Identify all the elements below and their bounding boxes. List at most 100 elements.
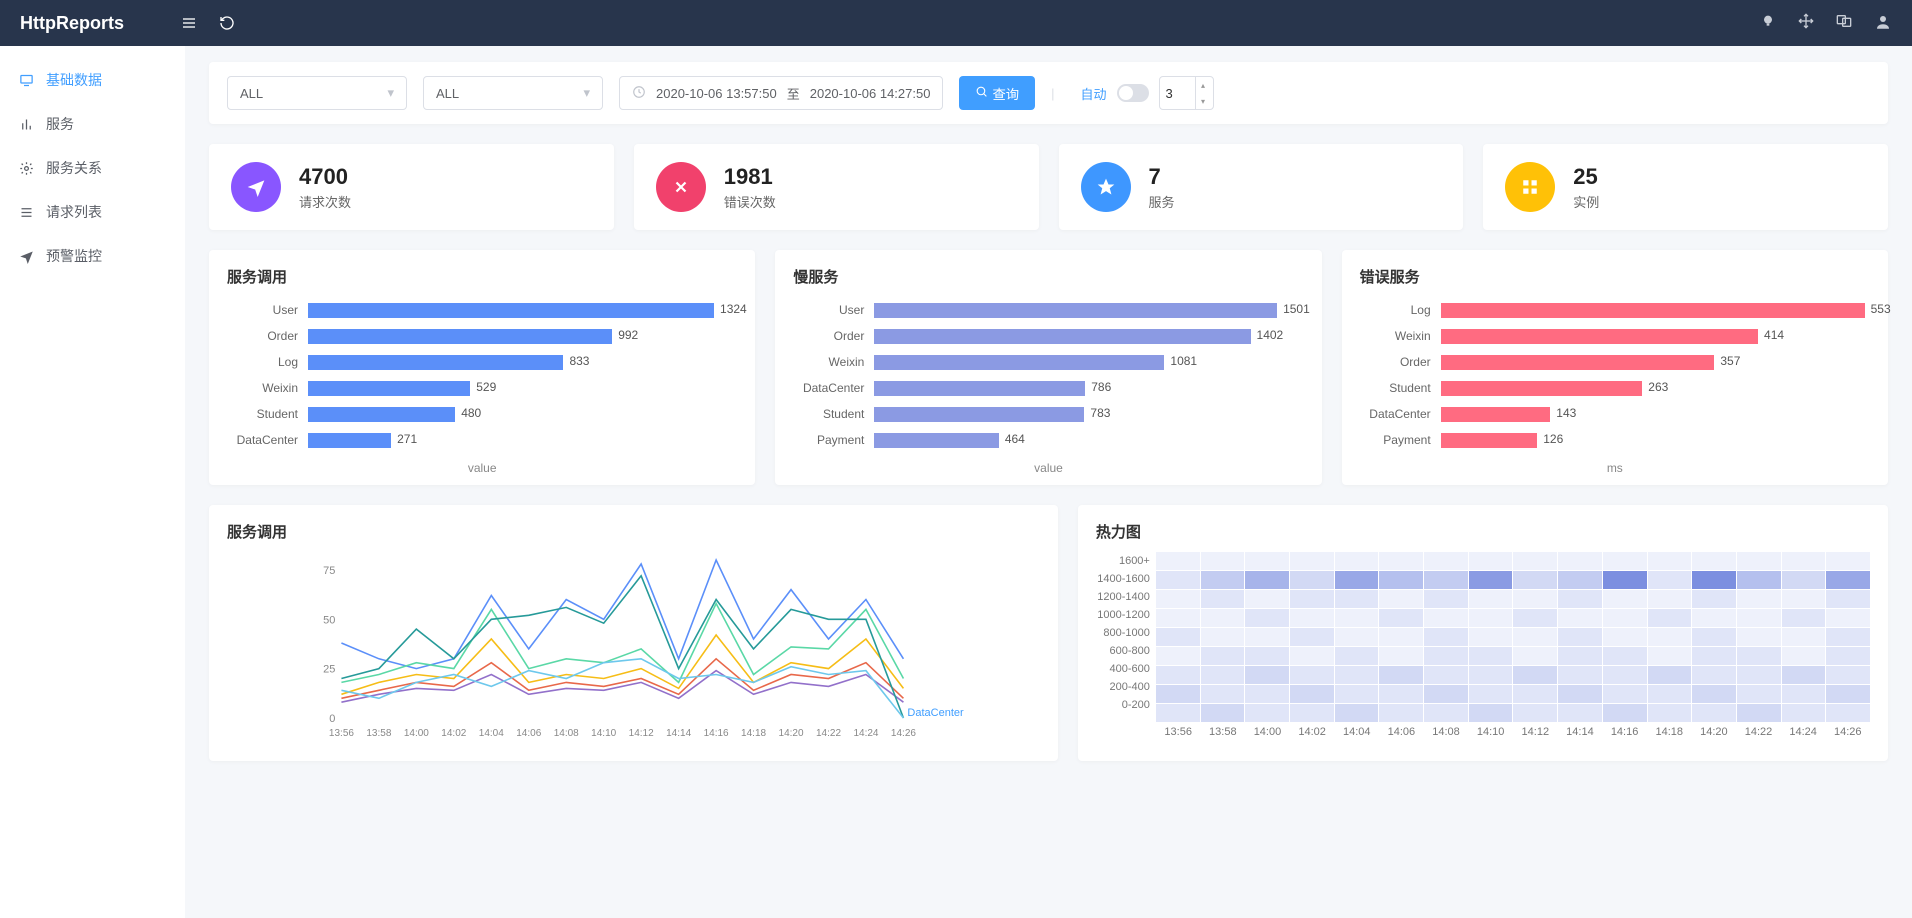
card-value: 7: [1149, 164, 1175, 190]
sidebar-item-0[interactable]: 基础数据: [0, 58, 185, 102]
bar-fill: [308, 407, 455, 422]
heat-cell: [1603, 609, 1647, 627]
heat-cell: [1379, 704, 1423, 722]
sidebar-item-label: 服务关系: [46, 158, 102, 178]
heat-cell: [1603, 647, 1647, 665]
heat-cell: [1782, 685, 1826, 703]
heat-cell: [1290, 590, 1334, 608]
heat-cell: [1558, 590, 1602, 608]
bar-row: Order 992: [227, 323, 737, 349]
heat-cell: [1156, 666, 1200, 684]
card-label: 服务: [1149, 192, 1175, 211]
spinner-up-icon[interactable]: ▴: [1196, 77, 1211, 93]
heat-xlabel: 14:24: [1781, 726, 1826, 738]
spinner-down-icon[interactable]: ▾: [1196, 93, 1211, 109]
heat-cell: [1424, 590, 1468, 608]
bar-row: Weixin 414: [1360, 323, 1870, 349]
heat-cell: [1513, 628, 1557, 646]
card-value: 4700: [299, 164, 351, 190]
heat-cell: [1469, 647, 1513, 665]
heat-cell: [1469, 704, 1513, 722]
heat-ylabel: 800-1000: [1096, 624, 1150, 642]
bar-value: 480: [461, 406, 481, 420]
heat-cell: [1826, 647, 1870, 665]
sidebar-item-2[interactable]: 服务关系: [0, 146, 185, 190]
monitor-icon: [18, 72, 34, 88]
heat-cell: [1558, 666, 1602, 684]
bar-row: Order 357: [1360, 349, 1870, 375]
bar-fill: [874, 407, 1084, 422]
card-label: 错误次数: [724, 192, 776, 211]
bar-cat: DataCenter: [227, 433, 302, 447]
heat-cell: [1201, 704, 1245, 722]
bar-row: Log 833: [227, 349, 737, 375]
bar-row: DataCenter 143: [1360, 401, 1870, 427]
bar-value: 786: [1091, 380, 1111, 394]
heat-cell: [1826, 628, 1870, 646]
card-label: 请求次数: [299, 192, 351, 211]
user-icon[interactable]: [1874, 13, 1892, 34]
line-legend: DataCenter: [907, 707, 964, 719]
svg-text:0: 0: [329, 713, 335, 725]
date-range-picker[interactable]: 2020-10-06 13:57:50 至 2020-10-06 14:27:5…: [619, 76, 943, 110]
chevron-down-icon: ▾: [387, 85, 394, 101]
heat-cell: [1737, 628, 1781, 646]
bar-cat: User: [793, 303, 868, 317]
heat-cell: [1558, 609, 1602, 627]
bar-value: 1081: [1170, 354, 1197, 368]
heat-cell: [1513, 704, 1557, 722]
bar-row: User 1324: [227, 297, 737, 323]
chart-xlabel: ms: [1360, 453, 1870, 479]
svg-text:13:56: 13:56: [329, 728, 354, 739]
heat-cell: [1603, 704, 1647, 722]
menu-toggle-icon[interactable]: [180, 14, 198, 32]
bar-fill: [1441, 329, 1758, 344]
sidebar-item-4[interactable]: 预警监控: [0, 234, 185, 278]
bar-fill: [1441, 381, 1643, 396]
svg-text:14:26: 14:26: [891, 728, 916, 739]
interval-spinner[interactable]: 3 ▴▾: [1159, 76, 1214, 110]
bar-cat: Weixin: [1360, 329, 1435, 343]
heat-cell: [1513, 647, 1557, 665]
heat-cell: [1201, 571, 1245, 589]
heatmap-card: 热力图 1600+1400-16001200-14001000-1200800-…: [1078, 505, 1888, 761]
sidebar-item-3[interactable]: 请求列表: [0, 190, 185, 234]
svg-text:14:02: 14:02: [441, 728, 466, 739]
bar-cat: Student: [793, 407, 868, 421]
chart-xlabel: value: [227, 453, 737, 479]
bulb-icon[interactable]: [1760, 13, 1776, 34]
heat-cell: [1648, 552, 1692, 570]
heat-xlabel: 14:14: [1558, 726, 1603, 738]
heat-cell: [1245, 685, 1289, 703]
sidebar-item-1[interactable]: 服务: [0, 102, 185, 146]
heat-cell: [1201, 552, 1245, 570]
heat-cell: [1558, 552, 1602, 570]
bar-cat: Payment: [1360, 433, 1435, 447]
heat-cell: [1737, 647, 1781, 665]
move-icon[interactable]: [1798, 13, 1814, 34]
bar-value: 553: [1871, 302, 1891, 316]
bar-value: 271: [397, 432, 417, 446]
service-select-2[interactable]: ALL ▾: [423, 76, 603, 110]
heat-cell: [1648, 609, 1692, 627]
heat-cell: [1648, 590, 1692, 608]
heat-cell: [1424, 647, 1468, 665]
heat-cell: [1469, 590, 1513, 608]
auto-switch[interactable]: [1117, 84, 1149, 102]
heat-cell: [1201, 628, 1245, 646]
heat-cell: [1424, 685, 1468, 703]
heat-cell: [1826, 609, 1870, 627]
heat-cell: [1424, 571, 1468, 589]
refresh-icon[interactable]: [218, 14, 236, 32]
query-button[interactable]: 查询: [959, 76, 1035, 110]
heat-cell: [1782, 590, 1826, 608]
service-select-1[interactable]: ALL ▾: [227, 76, 407, 110]
heat-cell: [1737, 552, 1781, 570]
heat-cell: [1335, 685, 1379, 703]
heat-xlabel: 14:12: [1513, 726, 1558, 738]
date-to: 2020-10-06 14:27:50: [810, 86, 931, 101]
heat-cell: [1335, 704, 1379, 722]
translate-icon[interactable]: [1836, 13, 1852, 34]
heat-xlabel: 14:26: [1825, 726, 1870, 738]
bar-chart-card: 错误服务 Log 553 Weixin 414 Order 357 Studen…: [1342, 250, 1888, 485]
